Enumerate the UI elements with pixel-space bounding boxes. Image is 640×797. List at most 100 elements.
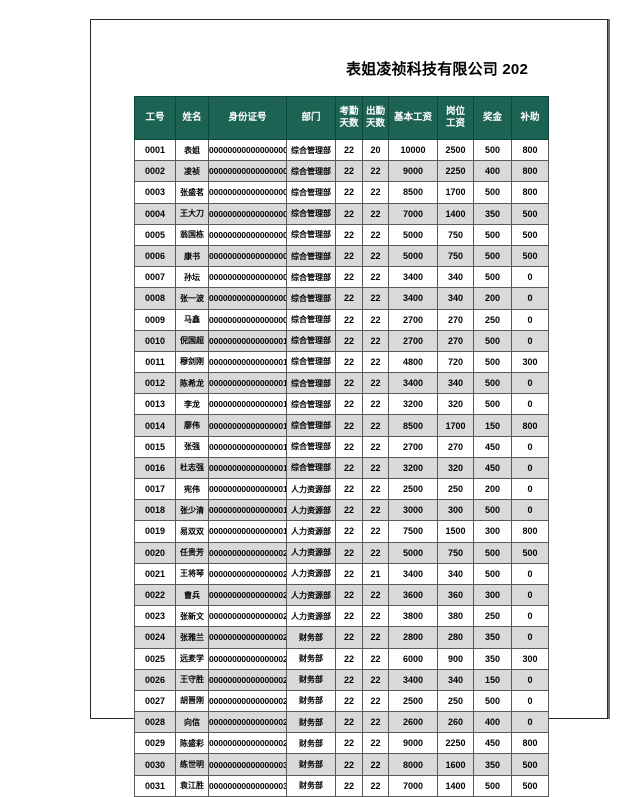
table-row[interactable]: 0027 胡晋刚 000000000000000027 财务部 22 22 2500 250 5… bbox=[134, 689, 549, 713]
cell-department[interactable]: 财务部 bbox=[286, 689, 336, 713]
cell-employee-id[interactable]: 0004 bbox=[134, 202, 176, 225]
cell-id-number[interactable]: 000000000000000018 bbox=[208, 499, 287, 522]
cell-allowance[interactable]: 500 bbox=[511, 202, 549, 225]
cell-allowance[interactable]: 300 bbox=[511, 647, 549, 670]
cell-employee-id[interactable]: 0010 bbox=[134, 329, 176, 352]
cell-allowance[interactable]: 500 bbox=[511, 223, 549, 246]
cell-name[interactable]: 张少清 bbox=[175, 499, 209, 522]
cell-scheduled-days[interactable]: 22 bbox=[335, 372, 363, 395]
cell-id-number[interactable]: 000000000000000016 bbox=[208, 456, 287, 480]
table-row[interactable]: 0007 孙坛 000000000000000007 综合管理部 22 22 3400 340… bbox=[134, 266, 549, 289]
cell-allowance[interactable]: 800 bbox=[511, 414, 549, 437]
cell-base-salary[interactable]: 3400 bbox=[388, 372, 438, 395]
cell-bonus[interactable]: 150 bbox=[473, 414, 512, 437]
cell-allowance[interactable]: 300 bbox=[511, 350, 549, 374]
cell-department[interactable]: 综合管理部 bbox=[286, 266, 336, 289]
cell-scheduled-days[interactable]: 22 bbox=[335, 160, 363, 183]
cell-id-number[interactable]: 000000000000000012 bbox=[208, 372, 287, 395]
cell-base-salary[interactable]: 3400 bbox=[388, 562, 438, 585]
cell-name[interactable]: 李龙 bbox=[175, 393, 209, 416]
cell-base-salary[interactable]: 5000 bbox=[388, 541, 438, 564]
cell-allowance[interactable]: 500 bbox=[511, 774, 549, 797]
cell-department[interactable]: 综合管理部 bbox=[286, 350, 336, 374]
cell-attended-days[interactable]: 22 bbox=[362, 647, 389, 670]
cell-scheduled-days[interactable]: 22 bbox=[335, 223, 363, 246]
cell-bonus[interactable]: 200 bbox=[473, 477, 512, 501]
cell-base-salary[interactable]: 5000 bbox=[388, 244, 438, 268]
cell-bonus[interactable]: 400 bbox=[473, 711, 512, 734]
cell-attended-days[interactable]: 22 bbox=[362, 689, 389, 713]
cell-id-number[interactable]: 000000000000000023 bbox=[208, 605, 287, 628]
cell-employee-id[interactable]: 0025 bbox=[134, 647, 176, 670]
cell-department[interactable]: 人力资源部 bbox=[286, 477, 336, 501]
cell-attended-days[interactable]: 22 bbox=[362, 626, 389, 649]
cell-department[interactable]: 综合管理部 bbox=[286, 372, 336, 395]
cell-attended-days[interactable]: 22 bbox=[362, 350, 389, 374]
cell-department[interactable]: 人力资源部 bbox=[286, 583, 336, 607]
cell-name[interactable]: 袁江胜 bbox=[175, 774, 209, 797]
cell-department[interactable]: 综合管理部 bbox=[286, 456, 336, 480]
cell-post-salary[interactable]: 270 bbox=[437, 435, 474, 458]
cell-id-number[interactable]: 000000000000000021 bbox=[208, 562, 287, 585]
cell-allowance[interactable]: 0 bbox=[511, 435, 549, 458]
cell-name[interactable]: 胡晋刚 bbox=[175, 689, 209, 713]
cell-post-salary[interactable]: 260 bbox=[437, 711, 474, 734]
cell-bonus[interactable]: 350 bbox=[473, 202, 512, 225]
column-header-post-salary[interactable]: 岗位 工资 bbox=[437, 96, 474, 140]
cell-employee-id[interactable]: 0022 bbox=[134, 583, 176, 607]
cell-attended-days[interactable]: 22 bbox=[362, 583, 389, 607]
cell-attended-days[interactable]: 22 bbox=[362, 435, 389, 458]
cell-id-number[interactable]: 000000000000000011 bbox=[208, 350, 287, 374]
cell-bonus[interactable]: 450 bbox=[473, 732, 512, 755]
cell-bonus[interactable]: 500 bbox=[473, 541, 512, 564]
cell-base-salary[interactable]: 3200 bbox=[388, 456, 438, 480]
cell-scheduled-days[interactable]: 22 bbox=[335, 244, 363, 268]
cell-name[interactable]: 向信 bbox=[175, 711, 209, 734]
cell-bonus[interactable]: 400 bbox=[473, 160, 512, 183]
cell-name[interactable]: 孙坛 bbox=[175, 266, 209, 289]
cell-bonus[interactable]: 500 bbox=[473, 372, 512, 395]
cell-id-number[interactable]: 000000000000000028 bbox=[208, 711, 287, 734]
cell-name[interactable]: 张新文 bbox=[175, 605, 209, 628]
cell-bonus[interactable]: 250 bbox=[473, 605, 512, 628]
cell-department[interactable]: 综合管理部 bbox=[286, 435, 336, 458]
cell-employee-id[interactable]: 0021 bbox=[134, 562, 176, 585]
cell-employee-id[interactable]: 0007 bbox=[134, 266, 176, 289]
cell-employee-id[interactable]: 0019 bbox=[134, 520, 176, 543]
cell-scheduled-days[interactable]: 22 bbox=[335, 266, 363, 289]
cell-name[interactable]: 马鑫 bbox=[175, 308, 209, 331]
cell-post-salary[interactable]: 1600 bbox=[437, 753, 474, 776]
cell-allowance[interactable]: 0 bbox=[511, 562, 549, 585]
cell-attended-days[interactable]: 22 bbox=[362, 244, 389, 268]
cell-bonus[interactable]: 500 bbox=[473, 244, 512, 268]
cell-department[interactable]: 综合管理部 bbox=[286, 138, 336, 162]
cell-post-salary[interactable]: 340 bbox=[437, 668, 474, 691]
cell-scheduled-days[interactable]: 22 bbox=[335, 562, 363, 585]
cell-bonus[interactable]: 500 bbox=[473, 329, 512, 352]
cell-post-salary[interactable]: 2500 bbox=[437, 138, 474, 162]
table-row[interactable]: 0013 李龙 000000000000000013 综合管理部 22 22 3200 320… bbox=[134, 393, 549, 416]
cell-post-salary[interactable]: 720 bbox=[437, 350, 474, 374]
cell-name[interactable]: 凌祯 bbox=[175, 160, 209, 183]
cell-id-number[interactable]: 000000000000000025 bbox=[208, 647, 287, 670]
cell-department[interactable]: 财务部 bbox=[286, 647, 336, 670]
cell-base-salary[interactable]: 6000 bbox=[388, 647, 438, 670]
table-row[interactable]: 0012 陈希龙 000000000000000012 综合管理部 22 22 3400 34… bbox=[134, 372, 549, 395]
cell-id-number[interactable]: 000000000000000004 bbox=[208, 202, 287, 225]
cell-employee-id[interactable]: 0026 bbox=[134, 668, 176, 691]
cell-scheduled-days[interactable]: 22 bbox=[335, 605, 363, 628]
table-row[interactable]: 0025 远麦学 000000000000000025 财务部 22 22 6000 900 3… bbox=[134, 647, 549, 670]
cell-id-number[interactable]: 000000000000000008 bbox=[208, 287, 287, 310]
cell-post-salary[interactable]: 280 bbox=[437, 626, 474, 649]
cell-name[interactable]: 陈盛彩 bbox=[175, 732, 209, 755]
cell-base-salary[interactable]: 3600 bbox=[388, 583, 438, 607]
column-header-department[interactable]: 部门 bbox=[286, 96, 336, 140]
table-row[interactable]: 0001 表姐 000000000000000001 综合管理部 22 20 10000 25… bbox=[134, 138, 549, 162]
cell-attended-days[interactable]: 22 bbox=[362, 477, 389, 501]
cell-post-salary[interactable]: 340 bbox=[437, 562, 474, 585]
column-header-name[interactable]: 姓名 bbox=[175, 96, 209, 140]
cell-scheduled-days[interactable]: 22 bbox=[335, 753, 363, 776]
cell-name[interactable]: 宪伟 bbox=[175, 477, 209, 501]
cell-scheduled-days[interactable]: 22 bbox=[335, 626, 363, 649]
cell-id-number[interactable]: 000000000000000026 bbox=[208, 668, 287, 691]
